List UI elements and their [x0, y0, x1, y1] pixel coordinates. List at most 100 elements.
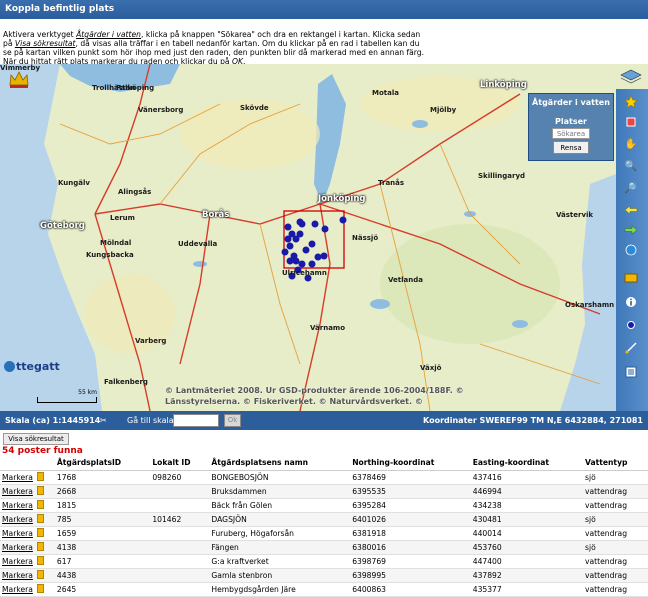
select-row-link[interactable]: Markera — [2, 571, 33, 580]
layers-stack-icon[interactable] — [620, 68, 642, 84]
site-marker[interactable] — [314, 253, 322, 261]
site-marker[interactable] — [298, 220, 306, 228]
site-marker[interactable] — [284, 223, 292, 231]
pan-hand-icon[interactable]: ✋ — [623, 137, 639, 151]
table-row[interactable]: Markera 2668 Bruksdammen 6395535 446994 vatte… — [0, 484, 648, 499]
map-label: Vetlanda — [388, 276, 423, 284]
print-icon[interactable] — [623, 365, 639, 379]
column-header: Northing-koordinat — [350, 456, 471, 471]
site-marker[interactable] — [321, 225, 329, 233]
table-row[interactable]: Markera 1659 Furuberg, Högaforsån 6381918 44… — [0, 526, 648, 541]
select-row-link[interactable]: Markera — [2, 557, 33, 566]
select-row-link[interactable]: Markera — [2, 515, 33, 524]
table-row[interactable]: Markera 2645 Hembygdsgården Järe 6400863 435… — [0, 582, 648, 597]
measure-icon[interactable] — [623, 341, 639, 355]
site-marker[interactable] — [311, 220, 319, 228]
star-icon[interactable] — [623, 95, 639, 109]
document-icon[interactable] — [36, 500, 44, 509]
document-icon[interactable] — [36, 570, 44, 579]
map-label: Växjö — [420, 364, 442, 372]
scale-readout: Skala (ca) 1:1445914 — [5, 416, 101, 425]
layers-icon[interactable] — [623, 271, 639, 285]
table-cell: vattendrag — [583, 554, 648, 569]
table-cell: 446994 — [470, 484, 584, 499]
site-marker[interactable] — [320, 252, 328, 260]
table-cell: vattendrag — [583, 582, 648, 597]
table-cell: 6378469 — [350, 470, 471, 485]
column-header: Lokalt ID — [150, 456, 210, 471]
table-cell — [150, 526, 210, 541]
table-cell: sjö — [583, 512, 648, 527]
crown-icon — [9, 71, 29, 88]
table-cell: vattendrag — [583, 484, 648, 499]
column-header: ÅtgärdsplatsID — [54, 456, 151, 471]
scale-ok-button[interactable]: Ok — [224, 414, 241, 427]
table-cell: vattendrag — [583, 526, 648, 541]
site-marker[interactable] — [292, 257, 300, 265]
site-marker[interactable] — [302, 246, 310, 254]
table-row[interactable]: Markera 1815 Bäck från Gölen 6395284 434238 v… — [0, 498, 648, 513]
table-cell: 6398995 — [350, 568, 471, 583]
search-area-input[interactable] — [552, 128, 590, 139]
document-icon[interactable] — [36, 584, 44, 593]
document-icon[interactable] — [36, 472, 44, 481]
site-marker[interactable] — [286, 242, 294, 250]
site-marker[interactable] — [281, 248, 289, 256]
column-header: Vattentyp — [583, 456, 648, 471]
eraser-icon[interactable] — [623, 115, 639, 129]
site-marker[interactable] — [286, 257, 294, 265]
table-row[interactable]: Markera 4138 Fängen 6380016 453760 sjö — [0, 540, 648, 555]
search-pin-icon[interactable] — [623, 319, 639, 333]
table-row[interactable]: Markera 785 101462 DAGSJÖN 6401026 430481 sjö — [0, 512, 648, 527]
zoom-out-icon[interactable]: 🔎 — [623, 181, 639, 195]
table-cell: 6395284 — [350, 498, 471, 513]
scale-tool-icon[interactable]: ✂ — [100, 411, 107, 430]
table-cell — [150, 498, 210, 513]
site-marker[interactable] — [296, 230, 304, 238]
document-icon[interactable] — [36, 556, 44, 565]
clear-button[interactable]: Rensa — [553, 141, 589, 154]
document-icon[interactable] — [36, 542, 44, 551]
table-cell: 6398769 — [350, 554, 471, 569]
table-body: Markera 1768 098260 BONGEBOSJÖN 6378469 43741… — [0, 470, 648, 597]
document-icon[interactable] — [36, 486, 44, 495]
table-cell: 6400863 — [350, 582, 471, 597]
select-row-link[interactable]: Markera — [2, 473, 33, 482]
site-marker[interactable] — [308, 260, 316, 268]
site-marker[interactable] — [298, 260, 306, 268]
document-icon[interactable] — [36, 514, 44, 523]
globe-icon[interactable] — [623, 243, 639, 257]
table-cell: 437416 — [470, 470, 584, 485]
select-row-link[interactable]: Markera — [2, 543, 33, 552]
table-row[interactable]: Markera 617 G:a kraftverket 6398769 447400 va… — [0, 554, 648, 569]
select-row-link[interactable]: Markera — [2, 501, 33, 510]
select-row-link[interactable]: Markera — [2, 487, 33, 496]
back-arrow-icon[interactable] — [623, 203, 639, 217]
table-cell: 4138 — [54, 540, 151, 555]
column-header — [0, 456, 35, 471]
map-label: Jönköping — [318, 194, 366, 204]
info-icon[interactable] — [623, 295, 639, 309]
document-icon[interactable] — [36, 528, 44, 537]
table-row[interactable]: Markera 4438 Gamla stenbron 6398995 437892 va… — [0, 568, 648, 583]
map-label: Borås — [202, 210, 230, 220]
table-cell: vattendrag — [583, 568, 648, 583]
select-row-link[interactable]: Markera — [2, 585, 33, 594]
zoom-in-icon[interactable]: 🔍 — [623, 159, 639, 173]
map-view[interactable]: Göteborg Borås Jönköping Linköping Alingsås L… — [0, 64, 648, 411]
table-cell: Bäck från Gölen — [209, 498, 351, 513]
table-cell: 1768 — [54, 470, 151, 485]
forward-arrow-icon[interactable] — [623, 223, 639, 237]
site-marker[interactable] — [339, 216, 347, 224]
site-marker[interactable] — [284, 235, 292, 243]
select-row-link[interactable]: Markera — [2, 529, 33, 538]
show-results-button[interactable]: Visa sökresultat — [3, 433, 69, 445]
scale-input[interactable] — [173, 414, 219, 427]
table-cell: 785 — [54, 512, 151, 527]
table-cell: sjö — [583, 470, 648, 485]
map-label: Nässjö — [352, 234, 379, 242]
table-cell: 2645 — [54, 582, 151, 597]
table-cell: Hembygdsgården Järe — [209, 582, 351, 597]
table-row[interactable]: Markera 1768 098260 BONGEBOSJÖN 6378469 43741… — [0, 470, 648, 485]
site-marker[interactable] — [308, 240, 316, 248]
